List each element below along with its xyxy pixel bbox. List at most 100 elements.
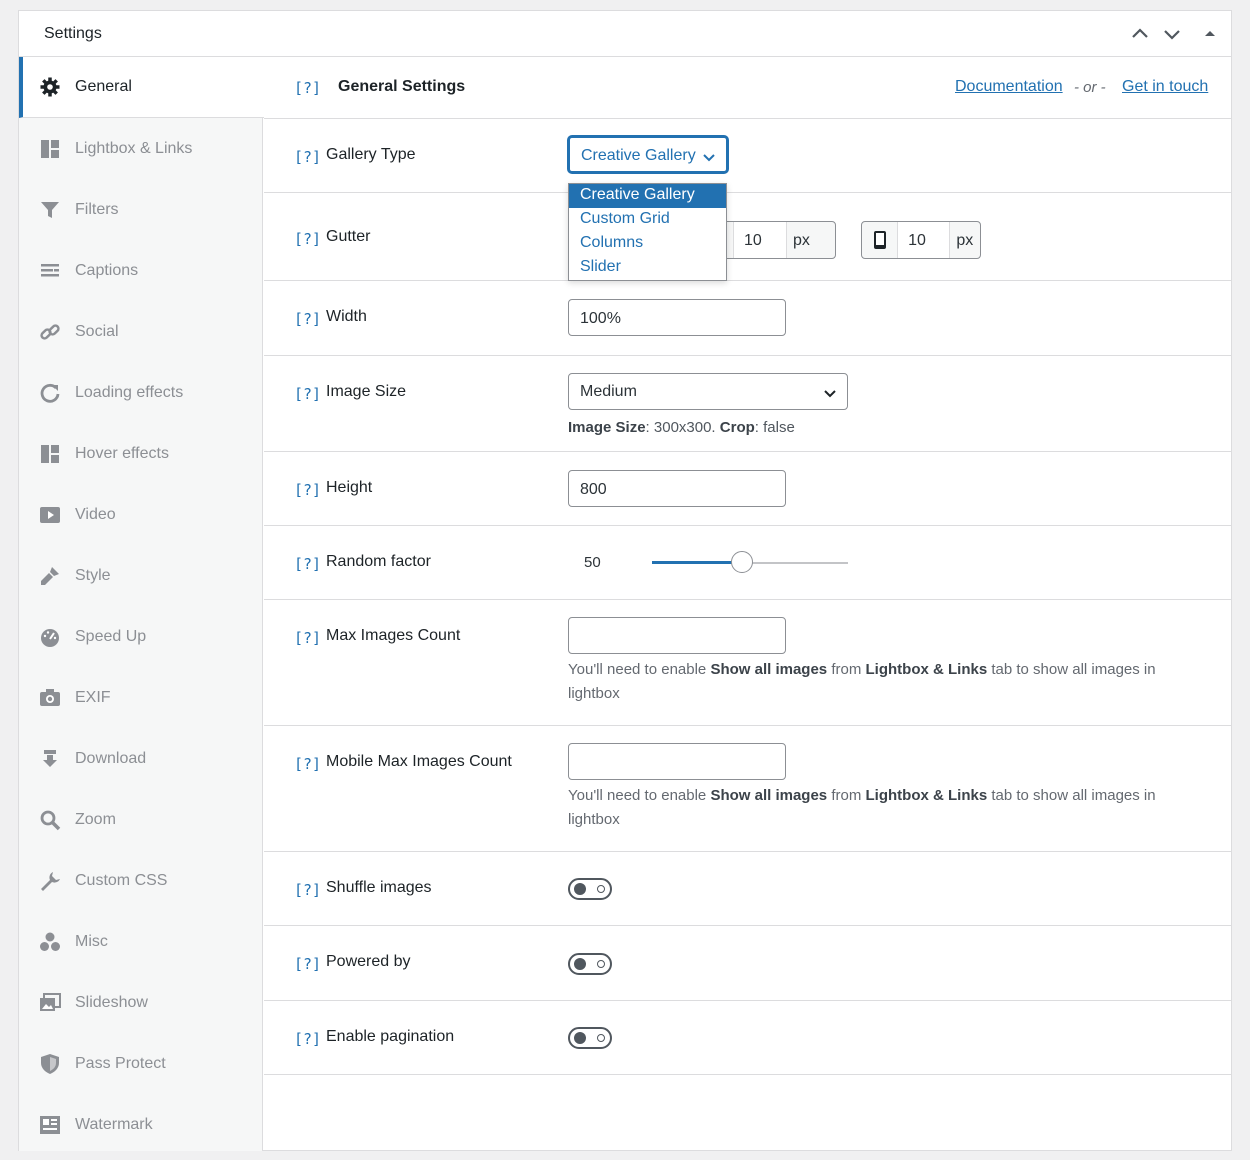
description-strong: Lightbox & Links <box>865 787 988 804</box>
image-size-select[interactable]: Medium <box>568 373 848 410</box>
pagination-row: [?] Enable pagination <box>264 1001 1232 1075</box>
sidebar-item-label: Video <box>75 505 116 523</box>
documentation-link[interactable]: Documentation <box>955 78 1063 96</box>
image-size-info-label: Image Size <box>568 419 646 436</box>
sidebar-item-label: Slideshow <box>75 993 148 1011</box>
max-images-input[interactable] <box>568 617 786 654</box>
sidebar-item-label: General <box>75 78 132 95</box>
help-icon[interactable]: [?] <box>294 481 321 499</box>
gutter-mobile-input[interactable]: 10 px <box>861 221 981 259</box>
gallery-type-option[interactable]: Creative Gallery <box>569 184 726 208</box>
sidebar-item-label: Loading effects <box>75 383 184 401</box>
help-icon[interactable]: [?] <box>294 1030 321 1048</box>
help-icon[interactable]: [?] <box>294 385 321 403</box>
toggle-off-indicator <box>597 1034 605 1042</box>
shuffle-toggle[interactable] <box>568 878 612 900</box>
sidebar-item-filters[interactable]: Filters <box>19 179 263 240</box>
width-input[interactable]: 100% <box>568 299 786 336</box>
page-title: General Settings <box>338 78 466 95</box>
text-lines-icon <box>39 260 61 282</box>
width-row: [?] Width 100% <box>264 281 1232 356</box>
sidebar-item-label: Misc <box>75 932 108 950</box>
description-strong: Lightbox & Links <box>865 661 988 678</box>
help-icon[interactable]: [?] <box>294 755 321 773</box>
sidebar-item-captions[interactable]: Captions <box>19 240 263 301</box>
toggle-off-indicator <box>597 960 605 968</box>
gutter-tablet-value[interactable]: 10 <box>733 222 787 258</box>
help-icon[interactable]: [?] <box>294 881 321 899</box>
sidebar-item-style[interactable]: Style <box>19 545 263 606</box>
shield-icon <box>39 1053 61 1075</box>
help-icon[interactable]: [?] <box>294 555 321 573</box>
settings-sidebar: General Lightbox & Links Filters Caption… <box>19 57 264 1151</box>
help-icon[interactable]: [?] <box>294 148 321 166</box>
sidebar-item-misc[interactable]: Misc <box>19 911 263 972</box>
wrench-icon <box>39 870 61 892</box>
move-up-icon[interactable] <box>1129 23 1151 45</box>
random-factor-thumb[interactable] <box>731 551 754 573</box>
chevron-down-icon <box>702 150 716 168</box>
search-icon <box>39 809 61 831</box>
filter-icon <box>39 199 61 221</box>
sidebar-item-watermark[interactable]: Watermark <box>19 1094 263 1155</box>
sidebar-item-label: Custom CSS <box>75 871 168 889</box>
random-factor-fill <box>652 561 743 564</box>
pagination-toggle[interactable] <box>568 1027 612 1049</box>
unit-label: px <box>956 232 974 249</box>
help-icon[interactable]: [?] <box>294 310 321 328</box>
mobile-max-images-input[interactable] <box>568 743 786 780</box>
id-card-icon <box>39 1114 61 1136</box>
sidebar-item-custom-css[interactable]: Custom CSS <box>19 850 263 911</box>
image-size-crop-value: : false <box>754 419 795 436</box>
sidebar-item-zoom[interactable]: Zoom <box>19 789 263 850</box>
image-size-row: [?] Image Size Medium Image Size: 300x30… <box>264 356 1232 452</box>
section-header: [?] General Settings Documentation - or … <box>264 57 1232 119</box>
field-label: Random factor <box>326 553 431 570</box>
description-text: You'll need to enable <box>568 787 711 804</box>
toggle-knob <box>574 1032 586 1044</box>
gallery-type-dropdown: Creative Gallery Custom Grid Columns Sli… <box>568 183 727 281</box>
sidebar-item-general[interactable]: General <box>19 57 264 118</box>
chevron-down-icon <box>823 386 837 404</box>
sidebar-item-label: Captions <box>75 261 139 279</box>
height-input[interactable]: 800 <box>568 470 786 507</box>
sidebar-item-social[interactable]: Social <box>19 301 263 362</box>
help-icon[interactable]: [?] <box>294 230 321 248</box>
get-in-touch-link[interactable]: Get in touch <box>1122 78 1208 96</box>
sidebar-item-slideshow[interactable]: Slideshow <box>19 972 263 1033</box>
sidebar-item-label: Hover effects <box>75 444 169 462</box>
shuffle-row: [?] Shuffle images <box>264 852 1232 926</box>
move-down-icon[interactable] <box>1161 23 1183 45</box>
toggle-knob <box>574 883 586 895</box>
sidebar-item-exif[interactable]: EXIF <box>19 667 263 728</box>
circles-cluster-icon <box>39 931 61 953</box>
max-images-row: [?] Max Images Count You'll need to enab… <box>264 600 1232 726</box>
sidebar-item-pass-protect[interactable]: Pass Protect <box>19 1033 263 1094</box>
gallery-type-select[interactable]: Creative Gallery <box>568 136 728 173</box>
description-strong: Show all images <box>710 661 828 678</box>
sidebar-item-hover-effects[interactable]: Hover effects <box>19 423 263 484</box>
help-icon[interactable]: [?] <box>294 79 321 97</box>
height-row: [?] Height 800 <box>264 452 1232 526</box>
sidebar-item-label: Lightbox & Links <box>75 139 193 157</box>
image-size-info: Image Size: 300x300. Crop: false <box>568 416 795 440</box>
mobile-phone-icon <box>862 222 897 258</box>
help-icon[interactable]: [?] <box>294 629 321 647</box>
camera-icon <box>39 687 61 709</box>
sidebar-item-download[interactable]: Download <box>19 728 263 789</box>
powered-by-toggle[interactable] <box>568 953 612 975</box>
sidebar-item-speed-up[interactable]: Speed Up <box>19 606 263 667</box>
sidebar-item-loading-effects[interactable]: Loading effects <box>19 362 263 423</box>
collapse-toggle-icon[interactable] <box>1199 23 1221 45</box>
download-icon <box>39 748 61 770</box>
sidebar-item-lightbox-links[interactable]: Lightbox & Links <box>19 118 263 179</box>
max-images-description: You'll need to enable Show all images fr… <box>568 658 1188 706</box>
gallery-type-option[interactable]: Columns <box>569 232 726 256</box>
sidebar-item-video[interactable]: Video <box>19 484 263 545</box>
help-icon[interactable]: [?] <box>294 955 321 973</box>
sidebar-item-label: Watermark <box>75 1115 153 1133</box>
field-label: Enable pagination <box>326 1028 455 1045</box>
gutter-mobile-value[interactable]: 10 <box>897 222 951 258</box>
gallery-type-option[interactable]: Slider <box>569 256 726 280</box>
gallery-type-option[interactable]: Custom Grid <box>569 208 726 232</box>
